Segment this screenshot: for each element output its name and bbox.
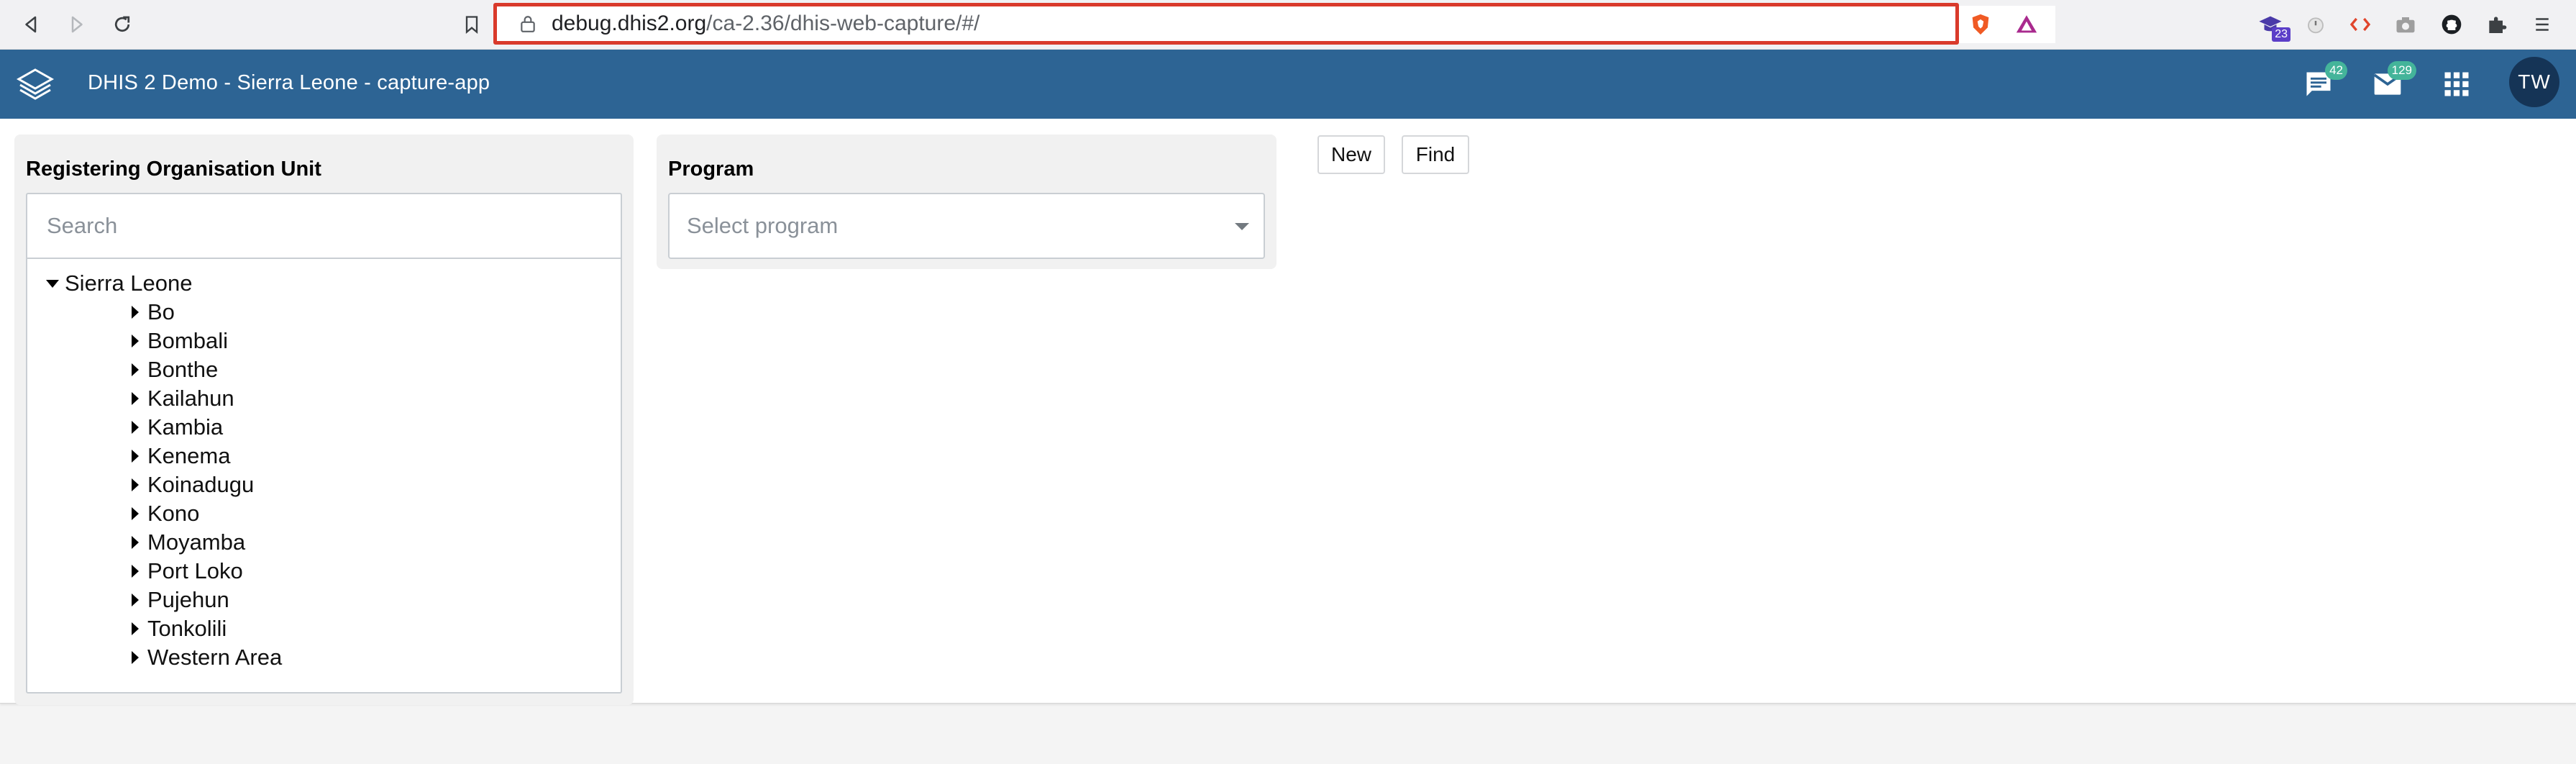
tree-item-label: Tonkolili — [147, 616, 227, 641]
caret-right-icon[interactable] — [132, 565, 139, 578]
tree-item-kambia[interactable]: Kambia — [132, 413, 223, 442]
tree-item-bombali[interactable]: Bombali — [132, 327, 228, 355]
tree-item-port-loko[interactable]: Port Loko — [132, 557, 243, 586]
tree-item-sierra-leone[interactable]: Sierra Leone — [46, 269, 193, 298]
tree-item-bonthe[interactable]: Bonthe — [132, 355, 218, 384]
tree-item-tonkolili[interactable]: Tonkolili — [132, 614, 227, 643]
address-bar[interactable]: debug.dhis2.org/ca-2.36/dhis-web-capture… — [493, 3, 1959, 45]
tree-item-kenema[interactable]: Kenema — [132, 442, 230, 470]
caret-right-icon[interactable] — [132, 622, 139, 635]
messages-icon[interactable]: 42 — [2301, 61, 2347, 101]
caret-right-icon[interactable] — [132, 335, 139, 347]
caret-right-icon[interactable] — [132, 306, 139, 319]
tree-item-label: Bombali — [147, 328, 228, 353]
bookmark-icon[interactable] — [459, 9, 485, 40]
caret-right-icon[interactable] — [132, 478, 139, 491]
tree-item-western-area[interactable]: Western Area — [132, 643, 282, 672]
camera-icon[interactable] — [2390, 9, 2421, 40]
tree-item-kailahun[interactable]: Kailahun — [132, 384, 234, 413]
tree-item-bo[interactable]: Bo — [132, 298, 175, 327]
tree-item-label: Kambia — [147, 414, 224, 440]
interpretations-badge: 129 — [2387, 61, 2416, 80]
tree-item-label: Western Area — [147, 645, 283, 670]
tree-item-label: Moyamba — [147, 529, 246, 555]
email-icon[interactable]: 129 — [2370, 61, 2416, 101]
profile-avatar[interactable]: TW — [2509, 57, 2559, 107]
find-button[interactable]: Find — [1402, 135, 1469, 174]
tree-item-label: Kono — [147, 501, 200, 526]
back-icon[interactable] — [16, 9, 47, 40]
caret-right-icon[interactable] — [132, 421, 139, 434]
tree-item-moyamba[interactable]: Moyamba — [132, 528, 245, 557]
new-button[interactable]: New — [1317, 135, 1385, 174]
forward-icon[interactable] — [60, 9, 92, 40]
org-unit-search-input[interactable] — [27, 194, 621, 259]
main-content: Registering Organisation Unit Sierra Leo… — [0, 119, 2576, 705]
github-icon[interactable] — [2436, 9, 2467, 40]
url-text: debug.dhis2.org/ca-2.36/dhis-web-capture… — [552, 12, 979, 36]
puzzle-icon[interactable] — [2481, 9, 2513, 40]
lock-icon — [521, 16, 535, 32]
caret-right-icon[interactable] — [132, 651, 139, 664]
caret-right-icon[interactable] — [132, 594, 139, 606]
app-header: DHIS 2 Demo - Sierra Leone - capture-app… — [0, 50, 2576, 119]
menu-icon[interactable] — [2526, 9, 2558, 40]
url-host: debug.dhis2.org — [552, 12, 707, 35]
caret-right-icon[interactable] — [132, 536, 139, 549]
url-path: /ca-2.36/dhis-web-capture/#/ — [706, 12, 980, 35]
tree-item-label: Koinadugu — [147, 472, 255, 497]
tree-item-pujehun[interactable]: Pujehun — [132, 586, 229, 614]
graduation-cap-icon[interactable]: 23 — [2255, 9, 2290, 42]
reload-icon[interactable] — [106, 9, 138, 40]
caret-right-icon[interactable] — [132, 507, 139, 520]
program-select-placeholder: Select program — [687, 213, 839, 238]
tree-item-koinadugu[interactable]: Koinadugu — [132, 470, 254, 499]
extension-badge: 23 — [2272, 27, 2290, 42]
tree-item-label: Port Loko — [147, 558, 243, 583]
org-unit-tree-box: Sierra Leone Bo Bombali Bonthe Kailahun — [26, 193, 622, 693]
tree-item-label: Bonthe — [147, 357, 219, 382]
dhis2-logo-icon[interactable] — [16, 65, 55, 104]
caret-down-icon[interactable] — [46, 279, 59, 288]
dropdown-arrow-icon — [1235, 223, 1249, 230]
code-icon[interactable] — [2344, 9, 2376, 40]
caret-right-icon[interactable] — [132, 392, 139, 405]
tree-item-label: Pujehun — [147, 587, 229, 612]
tree-item-label: Sierra Leone — [65, 270, 193, 296]
brave-rewards-icon[interactable] — [2011, 9, 2042, 40]
tree-item-label: Bo — [147, 299, 175, 324]
caret-right-icon[interactable] — [132, 450, 139, 463]
apps-grid-icon[interactable] — [2439, 67, 2474, 101]
org-unit-panel: Registering Organisation Unit Sierra Leo… — [14, 135, 634, 705]
messages-badge: 42 — [2325, 61, 2347, 80]
program-title: Program — [668, 158, 754, 181]
caret-right-icon[interactable] — [132, 363, 139, 376]
program-panel: Program Select program — [657, 135, 1276, 269]
browser-toolbar: debug.dhis2.org/ca-2.36/dhis-web-capture… — [0, 0, 2576, 50]
timer-icon[interactable] — [2300, 9, 2331, 40]
org-unit-title: Registering Organisation Unit — [26, 158, 321, 181]
app-title: DHIS 2 Demo - Sierra Leone - capture-app — [88, 71, 490, 94]
brave-shield-icon[interactable] — [1965, 9, 1996, 40]
tree-item-label: Kailahun — [147, 386, 234, 411]
tree-item-kono[interactable]: Kono — [132, 499, 199, 528]
program-select[interactable]: Select program — [668, 193, 1265, 259]
tree-item-label: Kenema — [147, 443, 231, 468]
brave-extensions-area — [1959, 6, 2055, 43]
